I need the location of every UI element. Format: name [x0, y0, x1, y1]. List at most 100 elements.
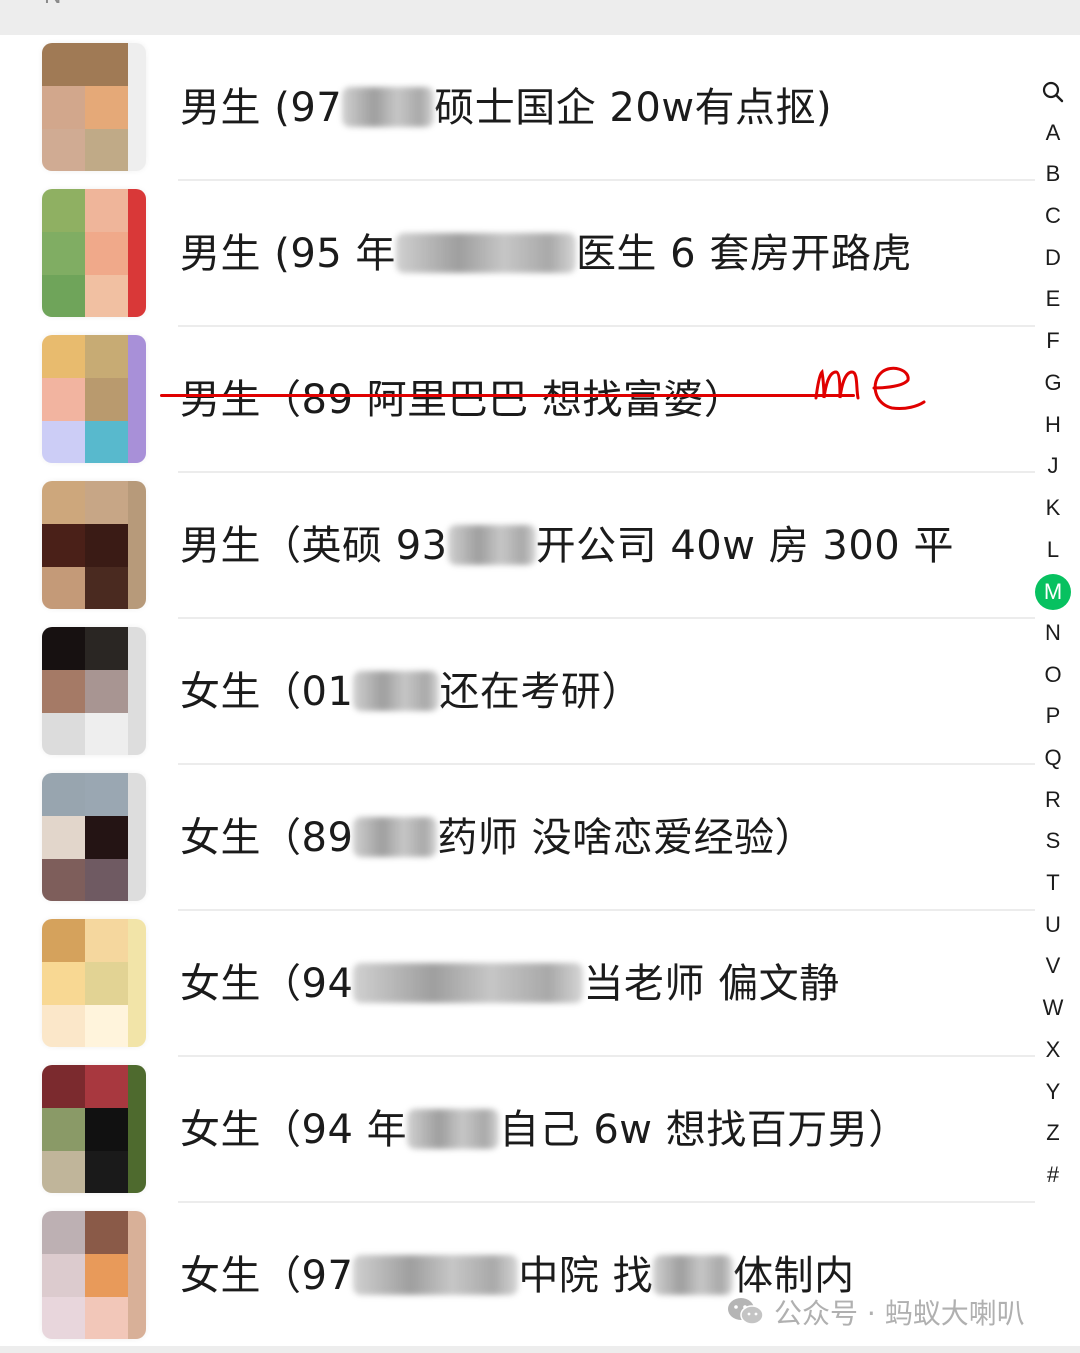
redacted-text: [353, 671, 440, 711]
contact-row[interactable]: 男生 (95 年 医生 6 套房开路虎: [0, 181, 1035, 327]
index-letter-label: T: [1046, 870, 1060, 896]
contact-row[interactable]: 女生（89 药师 没啥恋爱经验）: [0, 765, 1035, 911]
index-letter-label: G: [1044, 369, 1062, 395]
index-letter-label: U: [1045, 911, 1061, 937]
contact-name-prefix: 女生（94: [180, 961, 354, 1007]
index-letter-label: A: [1045, 119, 1061, 145]
index-letter-label: S: [1045, 828, 1061, 854]
avatar: [42, 189, 146, 317]
index-letter[interactable]: V: [1030, 945, 1076, 987]
contact-name: 男生 (97 硕士国企 20w有点抠): [180, 75, 832, 133]
watermark: 公众号 · 蚂蚁大喇叭: [726, 1292, 1025, 1332]
index-letter[interactable]: N: [1030, 612, 1076, 654]
index-letter-label: B: [1045, 161, 1061, 187]
contact-name-prefix: 男生（89 阿里巴巴 想找富婆）: [180, 377, 745, 423]
avatar: [42, 919, 146, 1047]
index-letter[interactable]: Y: [1030, 1071, 1076, 1113]
avatar: [42, 1065, 146, 1193]
index-letter[interactable]: Q: [1030, 737, 1076, 779]
redacted-text: [447, 525, 536, 565]
index-letter[interactable]: W: [1030, 987, 1076, 1029]
contact-name: 男生 (95 年 医生 6 套房开路虎: [180, 221, 912, 279]
contact-row[interactable]: 女生（94 年 自己 6w 想找百万男）: [0, 1057, 1035, 1203]
index-letter[interactable]: Z: [1030, 1112, 1076, 1154]
avatar: [42, 481, 146, 609]
redacted-text: [342, 87, 435, 127]
bottom-band: [0, 1346, 1080, 1353]
contact-row[interactable]: 男生 (97 硕士国企 20w有点抠): [0, 35, 1035, 181]
avatar: [42, 335, 146, 463]
index-letter[interactable]: T: [1030, 862, 1076, 904]
redacted-text: [395, 233, 576, 273]
contact-name-prefix: 女生（89: [180, 815, 354, 861]
contact-name-prefix: 女生（01: [180, 669, 354, 715]
index-letter-label: Y: [1045, 1078, 1061, 1104]
contact-name: 女生（94 当老师 偏文静: [180, 951, 840, 1009]
index-letter-label: K: [1045, 494, 1061, 520]
redacted-text: [653, 1255, 734, 1295]
annotation-me-handwriting: [814, 366, 926, 410]
contact-row[interactable]: 女生（01 还在考研）: [0, 619, 1035, 765]
avatar: [42, 43, 146, 171]
index-letter[interactable]: J: [1030, 445, 1076, 487]
index-letter-label: L: [1046, 536, 1060, 562]
avatar: [42, 1211, 146, 1339]
contact-name-prefix: 男生 (97: [180, 85, 343, 131]
index-letter-label: P: [1045, 703, 1061, 729]
contact-name-prefix: 女生（97: [180, 1253, 354, 1299]
index-letter[interactable]: A: [1030, 112, 1076, 154]
index-letter[interactable]: D: [1030, 237, 1076, 279]
contact-name-prefix: 男生（英硕 93: [180, 523, 448, 569]
index-letter-label: R: [1045, 786, 1061, 812]
index-letter-label: C: [1045, 203, 1061, 229]
index-letter-label: Q: [1044, 745, 1062, 770]
contact-name-suffix: 硕士国企 20w有点抠): [434, 85, 833, 131]
index-letter-label: W: [1042, 995, 1064, 1021]
redacted-text: [353, 963, 584, 1003]
index-letter[interactable]: S: [1030, 820, 1076, 862]
redacted-text: [353, 1255, 519, 1295]
index-letter[interactable]: U: [1030, 904, 1076, 946]
index-letter-label: D: [1045, 244, 1061, 270]
contact-name-prefix: 女生（94 年: [180, 1107, 408, 1153]
contact-name-suffix: 中院 找: [518, 1253, 654, 1299]
index-letter[interactable]: B: [1030, 153, 1076, 195]
contact-name-suffix: 还在考研）: [439, 669, 642, 715]
contact-name: 女生（94 年 自己 6w 想找百万男）: [180, 1097, 909, 1155]
index-letter[interactable]: X: [1030, 1029, 1076, 1071]
index-letter[interactable]: L: [1030, 529, 1076, 571]
contact-name-suffix: 医生 6 套房开路虎: [575, 231, 912, 277]
index-letter-label: H: [1045, 411, 1061, 437]
index-letter[interactable]: K: [1030, 487, 1076, 529]
alphabet-index[interactable]: A B C D E F G H J K L M N O P Q R S T U V W X Y Z #: [1030, 70, 1076, 1196]
index-letter-label: N: [1045, 619, 1061, 645]
index-letter-label: E: [1045, 286, 1061, 312]
index-letter[interactable]: G: [1030, 362, 1076, 404]
index-letter[interactable]: F: [1030, 320, 1076, 362]
contact-name-suffix: 药师 没啥恋爱经验）: [437, 815, 816, 861]
contact-name: 女生（01 还在考研）: [180, 659, 642, 717]
index-letter-label: J: [1047, 453, 1059, 479]
index-letter[interactable]: R: [1030, 779, 1076, 821]
index-letter-label: O: [1044, 661, 1062, 687]
wechat-icon: [728, 1298, 764, 1325]
index-letter-label: Z: [1046, 1120, 1060, 1146]
index-letter[interactable]: E: [1030, 278, 1076, 320]
contact-name-suffix: 自己 6w 想找百万男）: [499, 1107, 909, 1153]
index-letter[interactable]: C: [1030, 195, 1076, 237]
contact-row[interactable]: 男生（英硕 93 开公司 40w 房 300 平: [0, 473, 1035, 619]
contact-row[interactable]: 女生（94 当老师 偏文静: [0, 911, 1035, 1057]
redacted-text: [407, 1109, 500, 1149]
index-letter[interactable]: #: [1030, 1154, 1076, 1196]
index-letter-label: V: [1045, 953, 1061, 979]
index-letter[interactable]: H: [1030, 404, 1076, 446]
index-letter[interactable]: O: [1030, 654, 1076, 696]
avatar: [42, 773, 146, 901]
index-letter[interactable]: M: [1030, 570, 1076, 612]
index-letter[interactable]: P: [1030, 695, 1076, 737]
index-search-icon[interactable]: [1030, 70, 1076, 112]
contact-name: 男生（英硕 93 开公司 40w 房 300 平: [180, 513, 954, 571]
contact-name-suffix: 开公司 40w 房 300 平: [535, 523, 954, 569]
section-header: N: [0, 0, 1080, 35]
contact-name-prefix: 男生 (95 年: [180, 231, 396, 277]
